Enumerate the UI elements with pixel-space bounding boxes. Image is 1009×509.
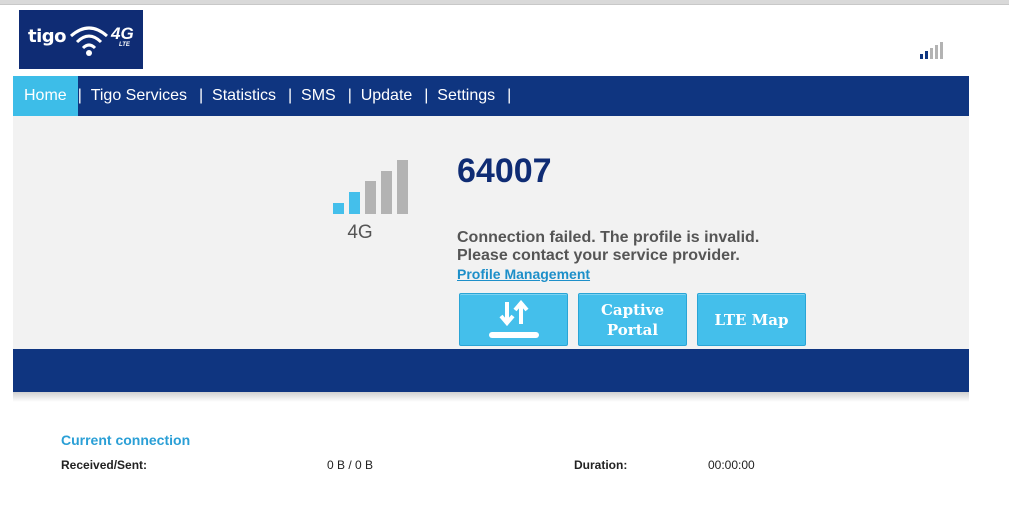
footer-band — [13, 349, 969, 392]
wifi-logo-icon — [70, 26, 108, 56]
data-connection-button[interactable] — [459, 293, 568, 346]
connection-status-line1: Connection failed. The profile is invali… — [457, 229, 760, 246]
nav-settings[interactable]: Settings — [425, 76, 507, 116]
operator-name: 64007 — [457, 152, 552, 190]
logo-lte-badge: LTE — [119, 42, 130, 48]
captive-portal-button[interactable]: Captive Portal — [578, 293, 687, 346]
received-sent-label: Received/Sent: — [61, 458, 148, 472]
signal-strength-icon — [333, 160, 408, 214]
nav-sms[interactable]: SMS — [289, 76, 348, 116]
main-nav: Home | Tigo Services | Statistics | SMS … — [13, 76, 969, 116]
nav-home[interactable]: Home — [13, 76, 78, 116]
tigo-logo: tigo 4G LTE — [19, 10, 143, 69]
upload-download-icon — [488, 299, 539, 338]
duration-label: Duration: — [574, 458, 628, 472]
duration-value: 00:00:00 — [708, 458, 755, 472]
current-connection-title: Current connection — [61, 432, 191, 448]
status-panel: 4G 64007 Connection failed. The profile … — [13, 116, 969, 349]
band-shadow — [13, 392, 969, 402]
received-sent-value: 0 B / 0 B — [327, 458, 374, 472]
signal-bars-icon — [920, 42, 943, 59]
nav-update[interactable]: Update — [349, 76, 425, 116]
profile-management-link[interactable]: Profile Management — [457, 266, 590, 282]
nav-statistics[interactable]: Statistics — [200, 76, 288, 116]
window-top-border — [0, 0, 1009, 5]
brand-name: tigo — [28, 26, 67, 47]
lte-map-button[interactable]: LTE Map — [697, 293, 806, 346]
connection-status-line2: Please contact your service provider. — [457, 247, 740, 264]
nav-separator: | — [507, 87, 512, 104]
nav-tigo-services[interactable]: Tigo Services — [79, 76, 199, 116]
network-type-label: 4G — [347, 222, 373, 243]
logo-4g-badge: 4G — [111, 24, 134, 43]
